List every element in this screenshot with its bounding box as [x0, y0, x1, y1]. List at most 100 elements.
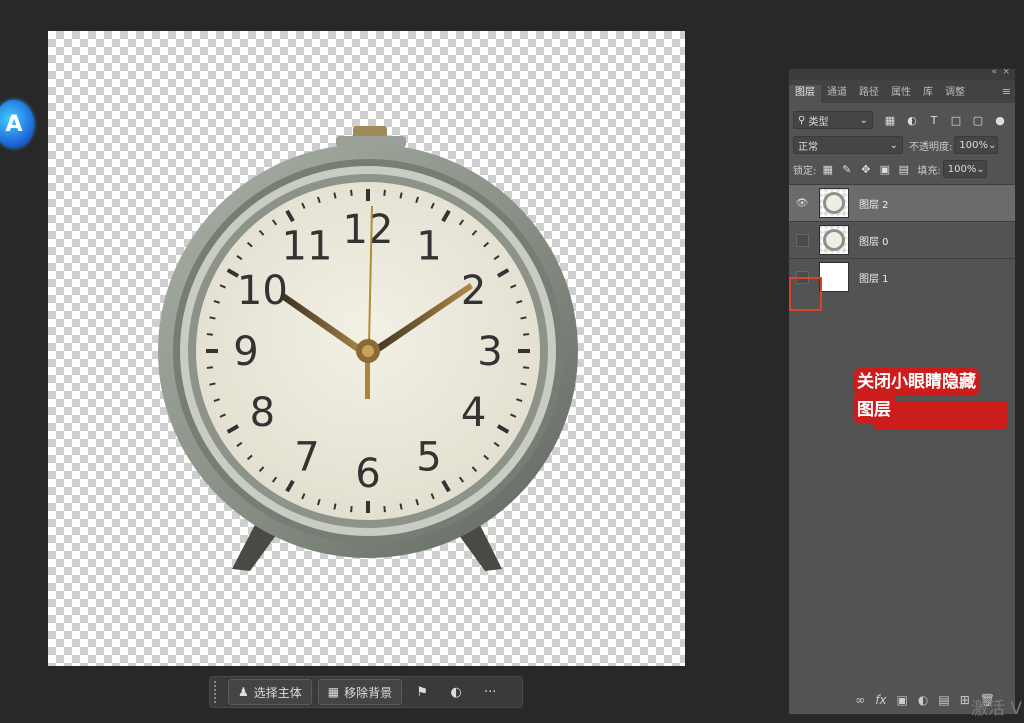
eye-icon: 👁 [795, 197, 809, 209]
eye-hidden-icon [795, 233, 809, 247]
tab-properties[interactable]: 属性 [885, 85, 917, 103]
chevron-down-icon: ⌄ [889, 139, 898, 151]
tick-mark [350, 189, 353, 196]
type-filter-icon[interactable]: T [923, 114, 945, 127]
tab-libraries[interactable]: 库 [917, 85, 939, 103]
tab-adjustments[interactable]: 调整 [939, 85, 971, 103]
visibility-toggle[interactable]: 👁 [789, 185, 815, 222]
shape-filter-icon[interactable]: □ [945, 114, 967, 127]
blend-row: 正常 ⌄ 不透明度: 100% ⌄ [789, 133, 1015, 157]
lock-row: 锁定: ▦ ✎ ✥ ▣ ▤ 填充: 100% ⌄ [789, 157, 1015, 181]
adjust-icon[interactable]: ◐ [442, 685, 470, 700]
clock-numeral: 6 [355, 451, 380, 497]
app-logo: A [0, 100, 34, 148]
tick-mark [383, 189, 386, 196]
annotation-line-1: 关闭小眼睛隐藏 [853, 368, 980, 396]
tick-mark [383, 506, 386, 513]
panel-menu-icon[interactable]: ≡ [1002, 85, 1011, 98]
select-subject-button[interactable]: ♟ 选择主体 [228, 679, 312, 705]
remove-background-label: 移除背景 [344, 685, 393, 700]
pixel-filter-icon[interactable]: ▦ [879, 114, 901, 127]
image-icon: ▦ [327, 685, 340, 699]
clock-image: 12 1234567891011 [158, 126, 578, 571]
visibility-toggle[interactable] [789, 222, 815, 259]
clock-numeral: 9 [233, 329, 258, 375]
person-icon: ♟ [238, 685, 249, 699]
panel-tabs: 图层 通道 路径 属性 库 调整 ≡ [789, 80, 1015, 103]
smart-object-filter-icon[interactable]: ▢ [967, 114, 989, 127]
tick-mark [209, 382, 216, 386]
tick-mark [399, 192, 403, 199]
clock-numeral: 10 [237, 268, 288, 314]
tick-mark [206, 366, 213, 369]
chevron-down-icon: ⌄ [859, 114, 868, 126]
tab-layers[interactable]: 图层 [789, 85, 821, 103]
document-canvas[interactable]: 12 1 2 3 4 5 6 7 8 9 10 11 [48, 31, 685, 666]
tick-mark [399, 503, 403, 510]
link-icon[interactable]: ∞ [855, 693, 865, 707]
highlight-box [789, 277, 822, 311]
contextual-task-bar: ♟ 选择主体 ▦ 移除背景 ⚑ ◐ ··· [209, 676, 523, 708]
clock-numeral: 12 [343, 207, 394, 253]
annotation-line-2: 图层 [853, 396, 895, 424]
opacity-label: 不透明度: [909, 141, 953, 153]
lock-transparency-icon[interactable]: ▦ [818, 163, 837, 176]
tab-paths[interactable]: 路径 [853, 85, 885, 103]
layer-row[interactable]: 图层 1 [789, 258, 1015, 295]
layer-thumbnail [819, 262, 849, 292]
group-icon[interactable]: ▤ [938, 693, 949, 707]
blend-mode-value: 正常 [798, 141, 818, 153]
adjustment-icon[interactable]: ◐ [918, 693, 928, 707]
layer-row[interactable]: 图层 0 [789, 221, 1015, 258]
tab-channels[interactable]: 通道 [821, 85, 853, 103]
layer-thumbnail [819, 188, 849, 218]
tick-mark [206, 333, 213, 336]
clock-numeral: 5 [416, 435, 441, 481]
tick-mark [520, 316, 527, 320]
remove-background-button[interactable]: ▦ 移除背景 [317, 679, 403, 705]
tick-mark [520, 382, 527, 386]
drag-handle[interactable] [214, 681, 220, 703]
tutorial-annotation: 关闭小眼睛隐藏 图层 [853, 368, 1007, 430]
select-subject-label: 选择主体 [253, 685, 302, 700]
more-options-button[interactable]: ··· [476, 685, 504, 700]
tick-mark [209, 316, 216, 320]
layer-row[interactable]: 👁 图层 2 [789, 184, 1015, 221]
transform-icon[interactable]: ⚑ [408, 685, 436, 700]
adjustment-filter-icon[interactable]: ◐ [901, 114, 923, 127]
new-layer-icon[interactable]: ⊞ [960, 693, 970, 707]
mask-icon[interactable]: ▣ [897, 693, 908, 707]
lock-label: 锁定: [793, 165, 817, 177]
filter-kind-select[interactable]: ⚲ 类型 ⌄ [793, 111, 873, 129]
clock-numeral: 1 [416, 223, 441, 269]
fill-label: 填充: [917, 165, 941, 177]
close-icon[interactable]: × [1002, 67, 1010, 77]
blend-mode-select[interactable]: 正常 ⌄ [793, 136, 903, 154]
lock-all-icon[interactable]: ▤ [894, 163, 913, 176]
fill-value: 100% [947, 163, 977, 175]
clock-numeral: 11 [282, 223, 333, 269]
tick-mark [523, 333, 530, 336]
tick-mark [350, 506, 353, 513]
panel-header-bar: « × [789, 67, 1015, 80]
opacity-input[interactable]: 100% ⌄ [954, 136, 999, 154]
layer-name[interactable]: 图层 0 [859, 233, 889, 248]
search-icon: ⚲ [798, 114, 809, 126]
tick-mark [333, 503, 337, 510]
layer-filter-row: ⚲ 类型 ⌄ ▦ ◐ T □ ▢ ● [789, 107, 1015, 133]
fill-input[interactable]: 100% ⌄ [942, 160, 987, 178]
layer-name[interactable]: 图层 2 [859, 196, 889, 211]
layer-thumbnail [819, 225, 849, 255]
layer-name[interactable]: 图层 1 [859, 270, 889, 285]
tick-mark [523, 366, 530, 369]
app-logo-letter: A [5, 111, 23, 137]
collapse-icon[interactable]: « [991, 67, 997, 77]
activation-watermark: 激活 V [971, 699, 1023, 719]
clock-numeral: 3 [477, 329, 502, 375]
lock-position-icon[interactable]: ✥ [856, 163, 875, 176]
fx-icon[interactable]: fx [875, 693, 886, 707]
filter-toggle-icon[interactable]: ● [989, 114, 1011, 127]
lock-pixels-icon[interactable]: ✎ [837, 163, 856, 176]
chevron-down-icon: ⌄ [976, 163, 985, 175]
lock-artboard-icon[interactable]: ▣ [875, 163, 894, 176]
